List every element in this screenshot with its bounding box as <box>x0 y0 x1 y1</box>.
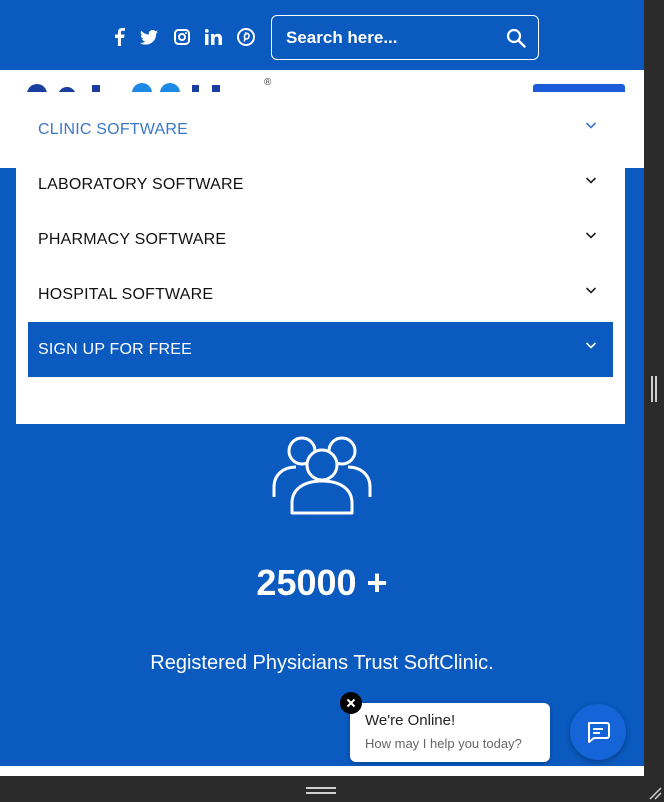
pinterest-icon[interactable] <box>235 26 257 48</box>
users-group-icon <box>272 436 372 515</box>
menu-item-label: CLINIC SOFTWARE <box>38 120 188 138</box>
menu-item-label: SIGN UP FOR FREE <box>38 340 193 358</box>
chat-icon <box>588 722 610 743</box>
menu-item-clinic-software[interactable]: CLINIC SOFTWARE <box>28 102 613 157</box>
resize-grip-icon[interactable] <box>646 784 662 800</box>
horizontal-resize-handle[interactable] <box>306 787 336 794</box>
menu-item-label: PHARMACY SOFTWARE <box>38 230 227 248</box>
menu-item-label: HOSPITAL SOFTWARE <box>38 285 214 303</box>
menu-item-sign-up-for-free[interactable]: SIGN UP FOR FREE <box>28 322 613 377</box>
chevron-down-icon[interactable] <box>585 175 597 185</box>
page-viewport: ® CLINIC SOFTWARE LABORATORY SOFTWARE PH… <box>0 0 644 776</box>
chat-greeting-bubble[interactable]: We're Online! How may I help you today? <box>350 703 550 762</box>
chevron-down-icon[interactable] <box>585 230 597 240</box>
twitter-icon[interactable] <box>138 26 160 48</box>
chevron-down-icon[interactable] <box>585 285 597 295</box>
header-button[interactable] <box>533 84 625 92</box>
chevron-down-icon[interactable] <box>585 340 597 350</box>
chat-title: We're Online! <box>365 712 456 729</box>
vertical-resize-handle[interactable] <box>651 376 657 402</box>
search-box <box>271 15 539 60</box>
search-input[interactable] <box>286 25 496 51</box>
registered-mark: ® <box>264 77 272 88</box>
chat-launcher-button[interactable] <box>570 704 626 760</box>
top-bar <box>0 0 644 70</box>
menu-item-hospital-software[interactable]: HOSPITAL SOFTWARE <box>28 267 613 322</box>
next-section-edge <box>0 766 644 776</box>
close-icon[interactable] <box>340 692 362 714</box>
softclinic-logo[interactable] <box>22 80 242 92</box>
chevron-down-icon[interactable] <box>585 120 597 130</box>
nav-dropdown-menu: CLINIC SOFTWARE LABORATORY SOFTWARE PHAR… <box>16 92 625 424</box>
instagram-icon[interactable] <box>171 26 193 48</box>
linkedin-icon[interactable] <box>203 26 225 48</box>
stat-number: 25000 + <box>256 562 388 603</box>
menu-item-pharmacy-software[interactable]: PHARMACY SOFTWARE <box>28 212 613 267</box>
menu-item-laboratory-software[interactable]: LABORATORY SOFTWARE <box>28 157 613 212</box>
search-icon[interactable] <box>502 24 530 52</box>
menu-item-label: LABORATORY SOFTWARE <box>38 175 244 193</box>
stat-caption: Registered Physicians Trust SoftClinic. <box>150 652 494 674</box>
facebook-icon[interactable] <box>108 26 130 48</box>
chat-subtitle: How may I help you today? <box>365 736 522 751</box>
